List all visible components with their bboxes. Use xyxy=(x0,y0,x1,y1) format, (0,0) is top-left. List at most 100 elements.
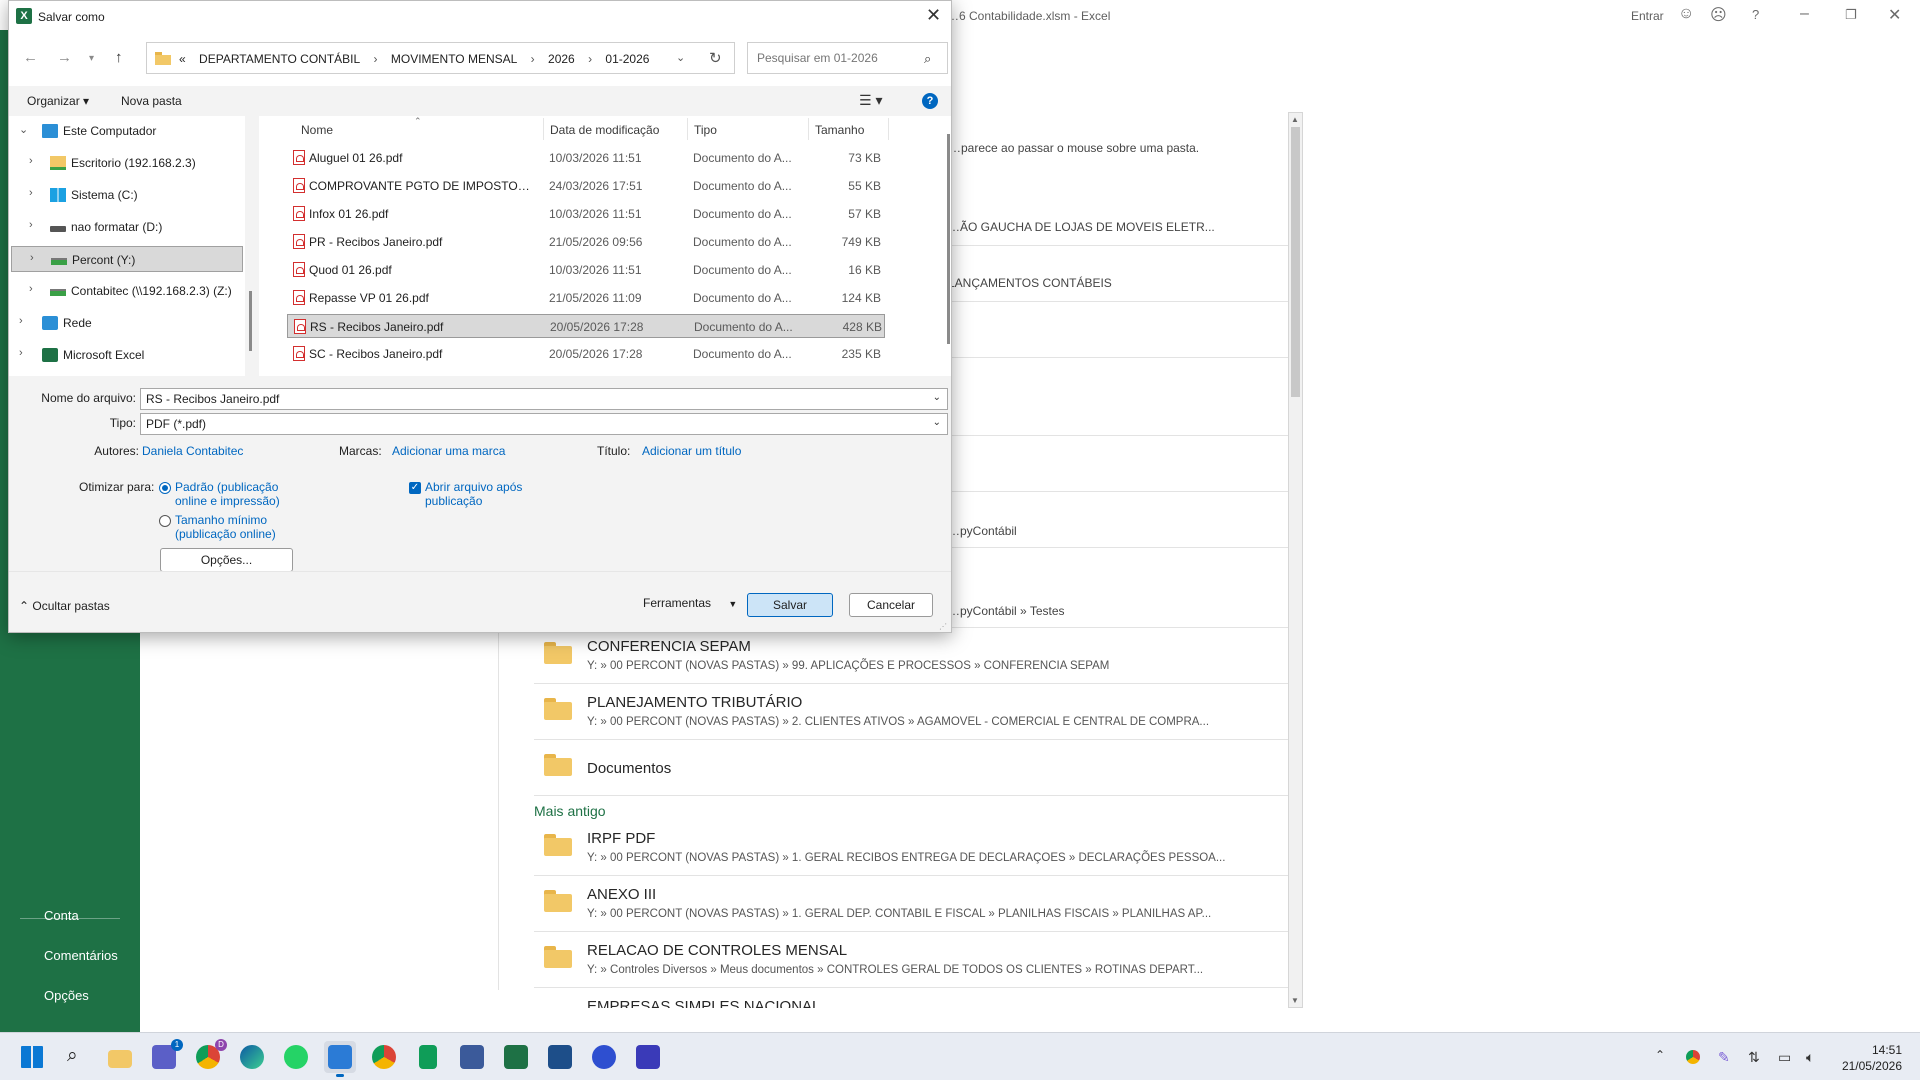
file-row-selected[interactable]: RS - Recibos Janeiro.pdf 20/05/2026 17:2… xyxy=(287,314,885,338)
file-row[interactable]: Quod 01 26.pdf 10/03/2026 11:51 Document… xyxy=(287,258,885,282)
backstage-item-comentarios[interactable]: Comentários xyxy=(44,948,118,963)
chevron-right-icon[interactable]: › xyxy=(531,52,535,66)
help-icon[interactable]: ? xyxy=(1752,7,1759,22)
filetype-value[interactable] xyxy=(142,415,924,433)
sign-in-link[interactable]: Entrar xyxy=(1631,9,1664,23)
authors-value[interactable]: Daniela Contabitec xyxy=(142,444,243,458)
search-box[interactable]: ⌕ xyxy=(747,42,948,74)
chevron-right-icon[interactable]: › xyxy=(374,52,378,66)
file-list-scrollbar[interactable] xyxy=(947,134,950,344)
taskbar-search-button[interactable]: ⌕ xyxy=(60,1041,92,1073)
taskbar-file-explorer[interactable] xyxy=(104,1041,136,1073)
refresh-icon[interactable]: ↻ xyxy=(709,49,722,67)
cancel-button[interactable]: Cancelar xyxy=(849,593,933,617)
column-divider[interactable] xyxy=(888,118,889,140)
breadcrumb-item[interactable]: 2026 xyxy=(548,52,575,66)
close-icon[interactable]: ✕ xyxy=(926,5,941,26)
close-icon[interactable]: ✕ xyxy=(1888,5,1901,25)
smile-feedback-icon[interactable]: ☺ xyxy=(1678,5,1694,23)
up-arrow-icon[interactable]: ↑ xyxy=(115,49,123,66)
chevron-down-icon[interactable]: ⌄ xyxy=(19,123,28,136)
breadcrumb-item[interactable]: MOVIMENTO MENSAL xyxy=(391,52,517,66)
volume-icon[interactable]: 🔈︎ xyxy=(1806,1049,1814,1066)
file-row[interactable]: COMPROVANTE PGTO DE IMPOSTO 01-2... 24/0… xyxy=(287,174,885,198)
back-arrow-icon[interactable]: ← xyxy=(23,49,38,66)
breadcrumb-item[interactable]: DEPARTAMENTO CONTÁBIL xyxy=(199,52,360,66)
taskbar-app[interactable] xyxy=(632,1041,664,1073)
navpane-scrollbar[interactable] xyxy=(249,121,252,371)
breadcrumb-overflow[interactable]: « xyxy=(179,52,186,66)
radio-standard[interactable] xyxy=(159,482,171,494)
column-header-date[interactable]: Data de modificação xyxy=(550,123,659,137)
recent-scrollbar[interactable]: ▲ ▼ xyxy=(1288,112,1303,1008)
taskbar-remote-desktop[interactable] xyxy=(324,1041,356,1077)
resize-grip-icon[interactable]: ⋰ xyxy=(939,622,947,631)
chevron-right-icon[interactable]: › xyxy=(29,187,33,199)
recent-folder-row[interactable]: PLANEJAMENTO TRIBUTÁRIO Y: » 00 PERCONT … xyxy=(534,684,1288,740)
taskbar-sheets[interactable] xyxy=(412,1041,444,1073)
taskbar-app[interactable] xyxy=(544,1041,576,1073)
file-row[interactable]: PR - Recibos Janeiro.pdf 21/05/2026 09:5… xyxy=(287,230,885,254)
help-icon[interactable]: ? xyxy=(922,93,938,109)
organize-button[interactable]: Organizar ▾ xyxy=(27,94,89,108)
column-divider[interactable] xyxy=(543,118,544,140)
tree-item-rede[interactable]: › Rede xyxy=(9,310,245,336)
filename-input[interactable] xyxy=(142,390,924,408)
chevron-right-icon[interactable]: › xyxy=(29,283,33,295)
start-button[interactable] xyxy=(16,1041,48,1073)
chevron-right-icon[interactable]: › xyxy=(588,52,592,66)
scroll-up-icon[interactable]: ▲ xyxy=(1291,115,1299,124)
recent-folder-row[interactable]: CONFERENCIA SEPAM Y: » 00 PERCONT (NOVAS… xyxy=(534,628,1288,684)
radio-standard-label[interactable]: Padrão (publicação online e impressão) xyxy=(175,480,280,508)
file-row[interactable]: Aluguel 01 26.pdf 10/03/2026 11:51 Docum… xyxy=(287,146,885,170)
add-tag-link[interactable]: Adicionar uma marca xyxy=(392,444,505,458)
tree-item-este-computador[interactable]: ⌄ Este Computador xyxy=(9,118,245,144)
add-title-link[interactable]: Adicionar um título xyxy=(642,444,741,458)
recent-folder-row[interactable]: EMPRESAS SIMPLES NACIONAL xyxy=(534,988,1288,1008)
search-icon[interactable]: ⌕ xyxy=(924,51,931,67)
column-header-type[interactable]: Tipo xyxy=(694,123,717,137)
radio-minimum-size[interactable] xyxy=(159,515,171,527)
tree-item-escritorio[interactable]: › Escritorio (192.168.2.3) xyxy=(9,150,245,176)
taskbar-chrome-profile[interactable] xyxy=(368,1041,400,1073)
chevron-down-icon[interactable]: ⌄ xyxy=(676,51,685,64)
tree-item-microsoft-excel[interactable]: › Microsoft Excel xyxy=(9,342,245,368)
radio-minimum-size-label[interactable]: Tamanho mínimo (publicação online) xyxy=(175,513,276,541)
tools-dropdown[interactable]: Ferramentas ▼ xyxy=(643,596,737,610)
chevron-right-icon[interactable]: › xyxy=(19,347,23,359)
tree-item-nao-formatar-d[interactable]: › nao formatar (D:) xyxy=(9,214,245,240)
column-divider[interactable] xyxy=(687,118,688,140)
restore-icon[interactable]: ❐ xyxy=(1845,7,1857,23)
taskbar-app[interactable] xyxy=(588,1041,620,1073)
tree-item-sistema-c[interactable]: › Sistema (C:) xyxy=(9,182,245,208)
filename-combo[interactable]: ⌄ xyxy=(140,388,948,410)
scroll-down-icon[interactable]: ▼ xyxy=(1291,996,1299,1005)
column-header-name[interactable]: Nome xyxy=(301,123,333,137)
view-options-icon[interactable]: ☰ ▾ xyxy=(859,92,882,109)
column-header-size[interactable]: Tamanho xyxy=(815,123,864,137)
chrome-tray-icon[interactable] xyxy=(1686,1050,1700,1064)
options-button[interactable]: Opções... xyxy=(160,548,293,572)
network-icon[interactable]: ⇅ xyxy=(1748,1049,1760,1066)
search-input[interactable] xyxy=(749,44,914,72)
new-folder-button[interactable]: Nova pasta xyxy=(121,94,182,108)
recent-folder-row[interactable]: ANEXO III Y: » 00 PERCONT (NOVAS PASTAS)… xyxy=(534,876,1288,932)
chevron-down-icon[interactable]: ⌄ xyxy=(933,392,941,403)
save-button[interactable]: Salvar xyxy=(747,593,833,617)
scrollbar-thumb[interactable] xyxy=(1291,127,1300,397)
display-icon[interactable]: ▭ xyxy=(1778,1049,1791,1066)
taskbar-edge[interactable] xyxy=(236,1041,268,1073)
breadcrumb-item[interactable]: 01-2026 xyxy=(605,52,649,66)
scrollbar-thumb[interactable] xyxy=(249,291,252,351)
minimize-icon[interactable]: – xyxy=(1800,5,1809,23)
pen-icon[interactable]: ✎ xyxy=(1718,1049,1730,1066)
file-row[interactable]: Infox 01 26.pdf 10/03/2026 11:51 Documen… xyxy=(287,202,885,226)
taskbar-clock[interactable]: 14:51 21/05/2026 xyxy=(1836,1042,1902,1074)
recent-locations-icon[interactable]: ▾ xyxy=(89,53,94,64)
taskbar-excel[interactable] xyxy=(500,1041,532,1073)
taskbar-chrome[interactable]: D xyxy=(192,1039,227,1073)
recent-folder-row[interactable]: RELACAO DE CONTROLES MENSAL Y: » Control… xyxy=(534,932,1288,988)
tree-item-contabitec-z[interactable]: › Contabitec (\\192.168.2.3) (Z:) xyxy=(9,278,245,304)
chevron-down-icon[interactable]: ⌄ xyxy=(933,417,941,428)
scrollbar-thumb[interactable] xyxy=(947,134,950,344)
